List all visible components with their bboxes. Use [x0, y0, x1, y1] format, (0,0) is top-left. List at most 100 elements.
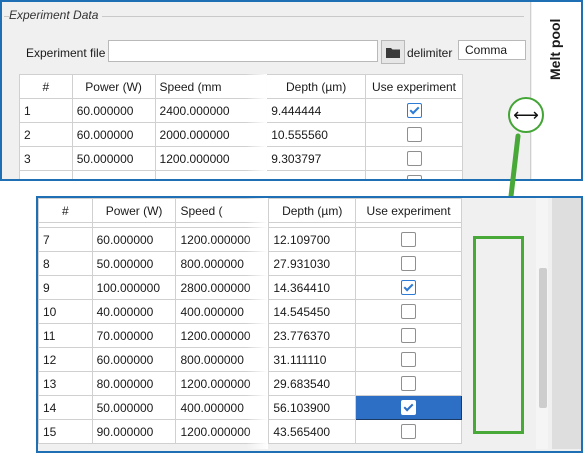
resize-horizontal-icon[interactable]: ⟷: [508, 97, 544, 133]
cell-use[interactable]: [365, 98, 463, 123]
cell-index[interactable]: 9: [38, 275, 93, 300]
table-row[interactable]: 11 70.000000 1200.000000 23.776370: [38, 323, 462, 348]
col-header-use[interactable]: Use experiment: [355, 198, 462, 223]
cell-depth[interactable]: 12.109700: [268, 227, 357, 252]
cell-index[interactable]: 7: [38, 227, 93, 252]
cell-index[interactable]: 13: [38, 371, 93, 396]
table-row[interactable]: 12 60.000000 800.000000 31.111110: [38, 347, 462, 372]
cell-depth[interactable]: 27.931030: [268, 251, 357, 276]
table-row[interactable]: 7 60.000000 1200.000000 12.109700: [38, 227, 462, 252]
use-experiment-checkbox[interactable]: [406, 103, 422, 119]
vertical-scrollbar-thumb[interactable]: [539, 268, 547, 408]
table-row[interactable]: 10 40.000000 400.000000 14.545450: [38, 299, 462, 324]
cell-power[interactable]: 60.000000: [71, 122, 156, 147]
cell-use-selected[interactable]: [355, 395, 462, 420]
cell-index[interactable]: 15: [38, 419, 93, 444]
table-row[interactable]: 3 50.000000 1200.000000 9.303797: [19, 146, 463, 171]
cell-index[interactable]: 11: [38, 323, 93, 348]
table-row-selected[interactable]: 14 50.000000 400.000000 56.103900: [38, 395, 462, 420]
use-experiment-checkbox[interactable]: [401, 352, 417, 368]
col-header-index[interactable]: #: [38, 198, 93, 223]
cell-speed[interactable]: 400.000000: [175, 299, 270, 324]
use-experiment-checkbox[interactable]: [406, 151, 422, 167]
cell-use[interactable]: [355, 323, 462, 348]
cell-index[interactable]: 2: [19, 122, 73, 147]
cell-use[interactable]: [355, 251, 462, 276]
use-experiment-checkbox[interactable]: [401, 256, 417, 272]
cell-speed[interactable]: 1200.000000: [154, 146, 268, 171]
cell-speed[interactable]: 400.000000: [175, 395, 270, 420]
use-experiment-checkbox[interactable]: [401, 304, 417, 320]
cell-depth[interactable]: 14.364410: [268, 275, 357, 300]
col-header-depth[interactable]: Depth (µm): [266, 74, 366, 99]
table-row[interactable]: 9 100.000000 2800.000000 14.364410: [38, 275, 462, 300]
col-header-depth[interactable]: Depth (µm): [268, 198, 357, 223]
delimiter-select[interactable]: Comma: [458, 40, 526, 60]
cell-depth[interactable]: 14.545450: [268, 299, 357, 324]
use-experiment-checkbox[interactable]: [406, 127, 422, 143]
cell-power[interactable]: 60.000000: [71, 98, 156, 123]
browse-folder-button[interactable]: [381, 40, 405, 64]
experiment-file-input[interactable]: [108, 40, 378, 62]
use-experiment-checkbox[interactable]: [401, 328, 417, 344]
cell-index[interactable]: 8: [38, 251, 93, 276]
cell-depth[interactable]: 23.776370: [268, 323, 357, 348]
cell-power[interactable]: 100.000000: [91, 275, 177, 300]
table-row[interactable]: 13 80.000000 1200.000000 29.683540: [38, 371, 462, 396]
cell-depth[interactable]: 29.683540: [268, 371, 357, 396]
cell-speed[interactable]: 1200.000000: [175, 323, 270, 348]
cell-power[interactable]: 50.000000: [91, 251, 177, 276]
col-header-power[interactable]: Power (W): [71, 74, 156, 99]
cell-power[interactable]: 60.000000: [91, 347, 177, 372]
table-row[interactable]: 2 60.000000 2000.000000 10.555560: [19, 122, 463, 147]
cell-speed[interactable]: 1200.000000: [175, 371, 270, 396]
cell-speed[interactable]: 1200.000000: [175, 227, 270, 252]
cell-speed[interactable]: 2400.000000: [154, 98, 268, 123]
cell-power[interactable]: 40.000000: [91, 299, 177, 324]
cell-use[interactable]: [355, 371, 462, 396]
cell-speed[interactable]: 800.000000: [175, 251, 270, 276]
col-header-speed[interactable]: Speed (mm: [154, 74, 268, 99]
cell-power[interactable]: 60.000000: [91, 227, 177, 252]
table-row[interactable]: [19, 170, 463, 179]
cell-index[interactable]: 14: [38, 395, 93, 420]
use-experiment-checkbox[interactable]: [401, 424, 417, 440]
cell-speed[interactable]: 2000.000000: [154, 122, 268, 147]
cell-depth[interactable]: 10.555560: [266, 122, 366, 147]
cell-speed[interactable]: 800.000000: [175, 347, 270, 372]
cell-depth[interactable]: 9.444444: [266, 98, 366, 123]
cell-power[interactable]: 70.000000: [91, 323, 177, 348]
col-header-use[interactable]: Use experiment: [365, 74, 463, 99]
cell-power[interactable]: 50.000000: [91, 395, 177, 420]
cell-depth[interactable]: 43.565400: [268, 419, 357, 444]
cell-use[interactable]: [355, 419, 462, 444]
use-experiment-checkbox[interactable]: [401, 280, 417, 296]
cell-index[interactable]: 12: [38, 347, 93, 372]
cell-use[interactable]: [355, 227, 462, 252]
cell-depth[interactable]: 56.103900: [268, 395, 357, 420]
panel-splitter[interactable]: [530, 2, 531, 179]
table-row[interactable]: 1 60.000000 2400.000000 9.444444: [19, 98, 463, 123]
use-experiment-checkbox[interactable]: [401, 400, 417, 416]
col-header-power[interactable]: Power (W): [91, 198, 177, 223]
cell-depth[interactable]: 31.111110: [268, 347, 357, 372]
cell-power[interactable]: 90.000000: [91, 419, 177, 444]
cell-use[interactable]: [355, 275, 462, 300]
cell-depth[interactable]: 9.303797: [266, 146, 366, 171]
cell-use[interactable]: [365, 146, 463, 171]
cell-speed[interactable]: 2800.000000: [175, 275, 270, 300]
cell-use[interactable]: [355, 299, 462, 324]
cell-use[interactable]: [365, 122, 463, 147]
cell-power[interactable]: 50.000000: [71, 146, 156, 171]
cell-index[interactable]: 10: [38, 299, 93, 324]
cell-index[interactable]: 3: [19, 146, 73, 171]
use-experiment-checkbox[interactable]: [401, 376, 417, 392]
cell-power[interactable]: 80.000000: [91, 371, 177, 396]
use-experiment-checkbox[interactable]: [401, 232, 417, 248]
table-row[interactable]: 15 90.000000 1200.000000 43.565400: [38, 419, 462, 444]
cell-speed[interactable]: 1200.000000: [175, 419, 270, 444]
table-row[interactable]: 8 50.000000 800.000000 27.931030: [38, 251, 462, 276]
col-header-speed[interactable]: Speed (: [175, 198, 270, 223]
col-header-index[interactable]: #: [19, 74, 73, 99]
cell-use[interactable]: [355, 347, 462, 372]
